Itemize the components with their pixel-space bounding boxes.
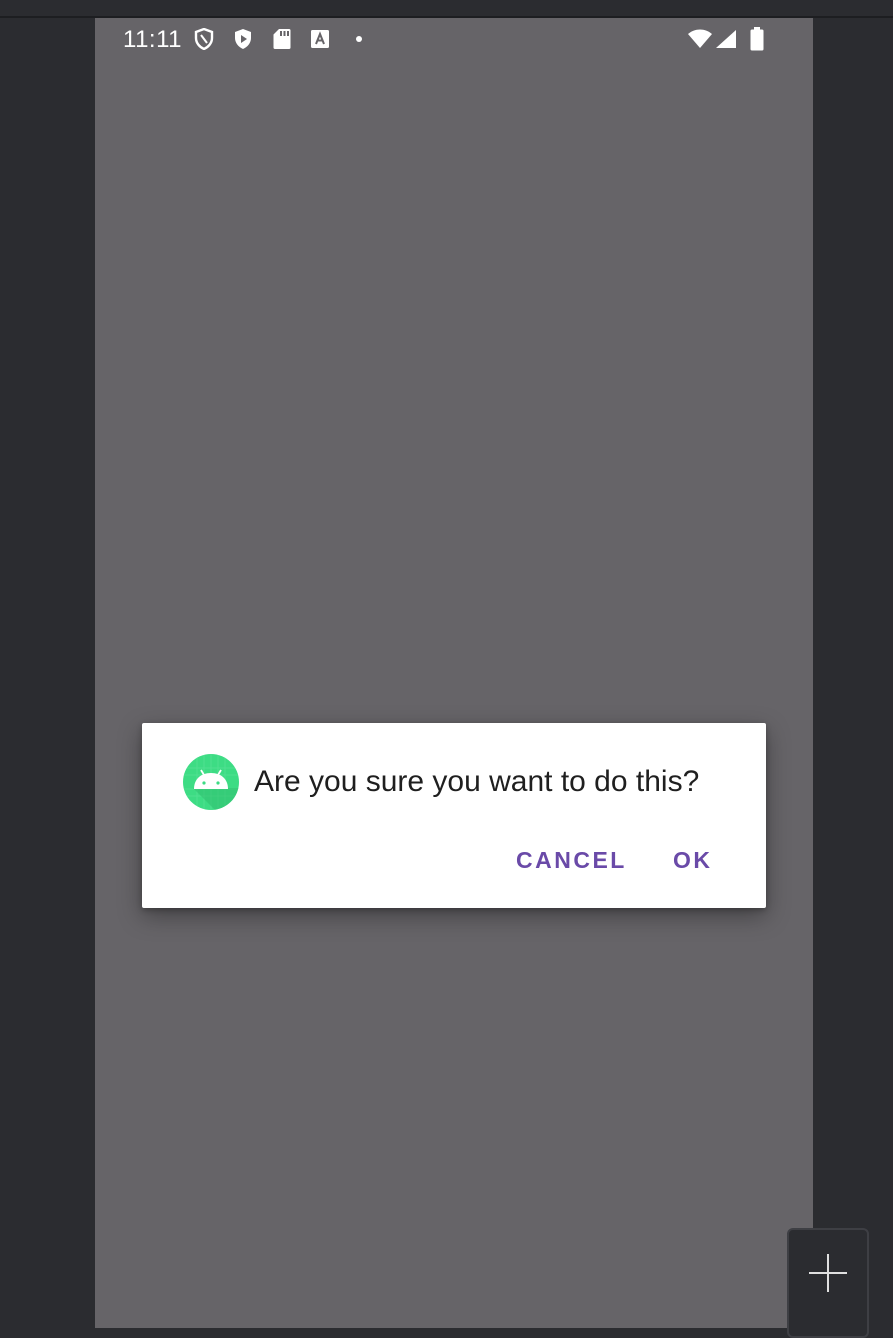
sd-card-icon [271, 28, 293, 50]
window-top-edge [0, 0, 893, 18]
text-a-icon [309, 28, 331, 50]
shield-outline-icon [193, 28, 215, 50]
device-screen: 11:11 [95, 18, 813, 1328]
dot-icon [348, 28, 370, 50]
battery-icon [746, 27, 768, 51]
play-shield-icon [232, 28, 254, 50]
plus-icon [809, 1254, 847, 1292]
ok-button[interactable]: OK [673, 843, 713, 878]
android-app-icon [183, 754, 239, 810]
cancel-button[interactable]: CANCEL [516, 843, 627, 878]
status-bar: 11:11 [95, 18, 813, 62]
signal-icon [715, 28, 737, 50]
status-time: 11:11 [123, 26, 182, 53]
confirm-dialog: Are you sure you want to do this? CANCEL… [142, 723, 766, 908]
dialog-title: Are you sure you want to do this? [254, 765, 700, 798]
add-button[interactable] [787, 1228, 869, 1338]
wifi-icon [686, 28, 714, 50]
